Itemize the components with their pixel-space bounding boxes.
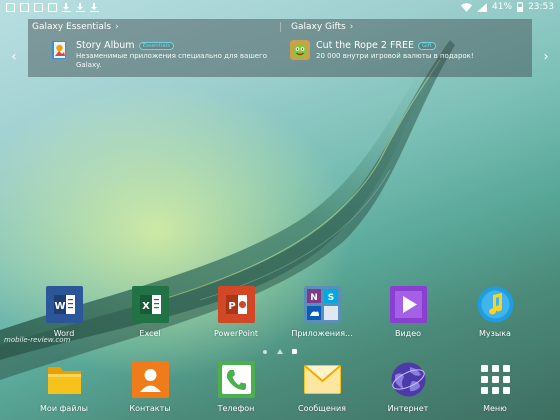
svg-text:X: X [142,301,150,312]
promo-prev-button[interactable]: ‹ [8,49,20,64]
battery-percent: 41% [492,2,513,12]
system-status: 41% 23:53 [461,2,554,12]
excel-icon: X [131,286,169,323]
app-label: Интернет [387,404,429,413]
galaxy-gifts-header[interactable]: Galaxy Gifts › [280,22,532,32]
app-powerpoint[interactable]: P PowerPoint [196,286,276,338]
phone-icon [217,361,255,398]
cut-the-rope-desc: 20 000 внутри игровой валюты в подарок! [316,52,474,60]
story-album-icon [50,40,70,60]
internet-icon [390,361,427,398]
chevron-right-icon: › [115,22,119,32]
folder-icon [46,361,83,398]
app-label: Телефон [217,404,255,413]
wifi-icon [461,2,473,12]
cut-the-rope-title: Cut the Rope 2 FREE [316,40,415,51]
app-contacts[interactable]: Контакты [110,361,190,413]
image-icon [48,2,57,12]
app-video[interactable]: Видео [368,286,448,338]
galaxy-promo-widget: Galaxy Essentials › Galaxy Gifts › ‹ Sto… [11,19,549,77]
cut-the-rope-icon [290,40,310,60]
page-indicator [0,349,560,354]
app-label: Приложения... [291,329,353,338]
app-ms-apps-folder[interactable]: N S Приложения... [282,286,362,338]
app-label: PowerPoint [213,329,259,338]
battery-icon [517,2,524,12]
ms-apps-folder-icon: N S [303,286,341,323]
app-label: Меню [483,404,507,413]
gallery-icon [20,2,29,12]
app-my-files[interactable]: Мои файлы [24,361,104,413]
svg-text:P: P [228,301,235,312]
cut-the-rope-card[interactable]: Cut the Rope 2 FREE Gift 20 000 внутри и… [280,36,532,77]
promo-body: ‹ Story Album Essentials Незаменимые при… [11,36,549,77]
galaxy-essentials-header[interactable]: Galaxy Essentials › [28,22,280,32]
page-dot[interactable] [263,349,267,354]
svg-text:N: N [310,293,318,303]
chevron-right-icon: › [349,22,354,32]
app-excel[interactable]: X Excel [110,286,190,338]
watermark: mobile-review.com [4,336,71,344]
clock: 23:53 [528,2,554,12]
home-page-icon[interactable] [277,349,283,354]
galaxy-essentials-title: Galaxy Essentials [32,22,112,32]
download-icon [62,2,71,12]
app-label: Видео [394,329,422,338]
powerpoint-icon: P [217,286,255,323]
story-album-card[interactable]: Story Album Essentials Незаменимые прило… [28,36,280,77]
app-label: Сообщения [297,404,346,413]
music-icon [477,286,514,323]
promo-header: Galaxy Essentials › Galaxy Gifts › [28,19,532,35]
apps-grid-icon [477,361,514,398]
app-word[interactable]: W Word [24,286,104,338]
essentials-badge: Essentials [138,41,175,50]
app-label: Excel [139,329,161,338]
messages-icon [303,361,341,398]
word-icon: W [45,286,83,323]
app-label: Музыка [479,329,511,338]
signal-icon [477,2,488,12]
contacts-icon [131,361,169,398]
video-icon [389,286,427,323]
status-bar: 41% 23:53 [0,0,560,14]
app-label: Контакты [129,404,171,413]
app-internet[interactable]: Интернет [368,361,448,413]
gallery-icon [6,2,15,12]
page-dot-active[interactable] [292,349,297,354]
promo-next-button[interactable]: › [540,49,552,64]
app-messages[interactable]: Сообщения [282,361,362,413]
gift-badge: Gift [418,41,436,50]
app-label: Мои файлы [40,404,88,413]
story-album-title: Story Album [76,40,135,51]
app-menu[interactable]: Меню [455,361,535,413]
story-album-desc: Незаменимые приложения специально для ва… [76,52,267,69]
download-icon [76,2,85,12]
svg-text:W: W [54,301,65,312]
download-icon [90,2,99,12]
notification-icons [6,2,99,12]
app-music[interactable]: Музыка [455,286,535,338]
gallery-icon [34,2,43,12]
galaxy-gifts-title: Galaxy Gifts [291,22,346,32]
svg-text:S: S [327,293,333,303]
app-phone[interactable]: Телефон [196,361,276,413]
